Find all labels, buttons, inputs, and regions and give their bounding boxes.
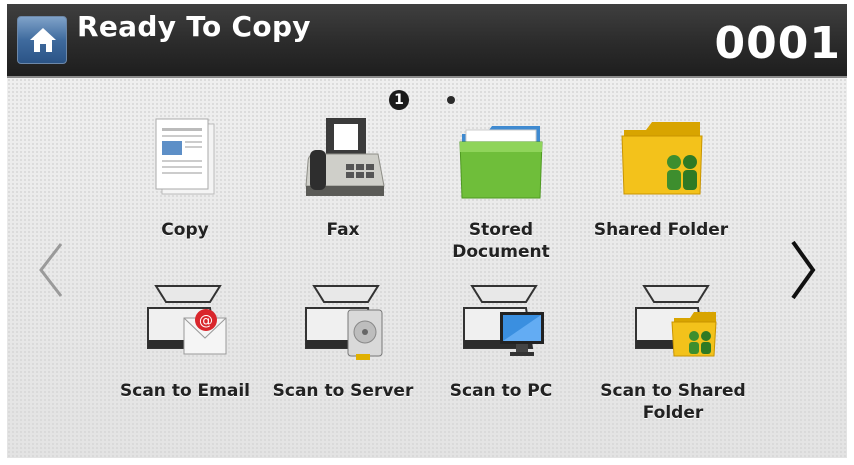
app-scan-to-server-label: Scan to Server	[272, 381, 414, 401]
app-stored-document[interactable]: Stored Document	[421, 114, 581, 274]
app-fax[interactable]: Fax	[263, 114, 423, 244]
green-folder-icon	[459, 126, 543, 199]
status-title: Ready To Copy	[77, 10, 311, 43]
app-fax-label: Fax	[326, 220, 360, 240]
app-shared-folder[interactable]: Shared Folder	[581, 114, 741, 244]
scan-shared-folder-icon	[635, 285, 717, 357]
home-icon	[30, 28, 56, 52]
app-scan-to-server[interactable]: Scan to Server	[263, 276, 423, 406]
app-copy-label: Copy	[161, 220, 209, 240]
app-scan-to-email-label: Scan to Email	[120, 381, 250, 401]
app-grid-area: 1 Copy Fax Stored Document Shared Folder…	[7, 78, 847, 458]
fax-machine-icon	[305, 118, 385, 196]
app-stored-document-label: Stored Document	[452, 220, 550, 262]
page-indicator: 1	[389, 86, 469, 112]
copy-counter: 0001	[714, 18, 841, 69]
app-scan-to-email[interactable]: @ Scan to Email	[105, 276, 265, 406]
scan-pc-icon	[463, 285, 544, 356]
app-shared-folder-label: Shared Folder	[593, 220, 729, 240]
app-scan-to-pc-label: Scan to PC	[449, 381, 553, 401]
header-bar: Ready To Copy 0001	[7, 4, 847, 78]
shared-folder-icon	[621, 122, 703, 195]
scan-server-icon	[305, 285, 383, 360]
app-scan-to-pc[interactable]: Scan to PC	[421, 276, 581, 406]
svg-text:@: @	[199, 313, 213, 329]
chevron-left-icon[interactable]	[35, 240, 65, 300]
copy-document-icon	[155, 118, 215, 195]
scan-email-icon: @	[147, 285, 227, 355]
page-dot-2[interactable]	[447, 96, 455, 104]
home-button[interactable]	[17, 16, 67, 64]
app-copy[interactable]: Copy	[105, 114, 265, 244]
screen: Ready To Copy 0001 1 Copy Fax Stored Doc…	[7, 4, 847, 458]
chevron-right-icon[interactable]	[787, 238, 819, 302]
app-scan-to-shared-folder-label: Scan to Shared Folder	[600, 381, 746, 423]
app-scan-to-shared-folder[interactable]: Scan to Shared Folder	[593, 276, 753, 436]
page-dot-active[interactable]: 1	[389, 90, 409, 110]
